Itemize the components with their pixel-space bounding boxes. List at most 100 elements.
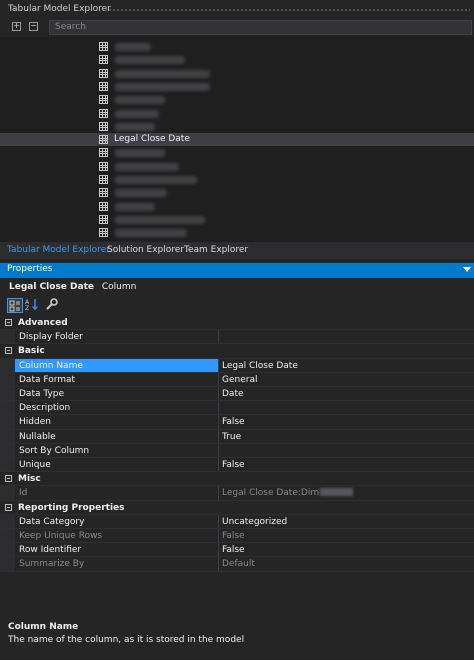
column-divider <box>218 543 219 557</box>
category-label: Misc <box>18 474 41 485</box>
explorer-toolbar: + − Search <box>0 19 474 37</box>
table-icon <box>99 228 108 238</box>
property-row[interactable]: Id Legal Close Date:Dim <box>0 486 474 501</box>
row-gutter <box>0 330 15 344</box>
row-gutter <box>0 557 15 571</box>
property-value[interactable]: Date <box>222 389 244 399</box>
property-value: Default <box>222 559 255 569</box>
row-gutter <box>0 543 15 557</box>
property-row[interactable]: Data Format General <box>0 372 474 387</box>
collapse-icon[interactable] <box>5 475 12 483</box>
row-gutter <box>0 486 15 500</box>
table-icon <box>99 81 108 91</box>
row-gutter <box>0 529 15 543</box>
object-name: Legal Close Date <box>9 282 94 292</box>
property-value: Legal Close Date:Dim <box>222 488 354 498</box>
property-row[interactable]: Keep Unique Rows False <box>0 529 474 544</box>
property-row[interactable]: Data Category Uncategorized <box>0 514 474 529</box>
collapse-all-icon[interactable]: − <box>29 22 38 31</box>
property-value-text: True <box>222 431 242 442</box>
column-divider <box>218 372 219 386</box>
collapse-icon[interactable] <box>5 347 12 355</box>
redacted-label <box>115 122 155 131</box>
column-divider <box>218 557 219 571</box>
property-name: Unique <box>19 460 51 470</box>
property-name: Data Type <box>19 389 65 399</box>
redacted-label <box>115 162 179 171</box>
property-value[interactable]: General <box>222 375 257 385</box>
redacted-label <box>115 215 205 224</box>
description-title: Column Name <box>8 622 79 632</box>
tab-solution-explorer[interactable]: Solution Explorer <box>107 244 184 258</box>
explorer-title: Tabular Model Explorer <box>8 4 111 14</box>
column-divider <box>218 358 219 372</box>
tree-item[interactable] <box>0 107 474 120</box>
property-row[interactable]: Hidden False <box>0 415 474 430</box>
property-row[interactable]: Data Type Date <box>0 387 474 402</box>
redacted-label <box>115 149 165 158</box>
property-row[interactable]: Display Folder <box>0 330 474 345</box>
properties-title: Properties <box>7 264 53 274</box>
table-icon <box>99 55 108 65</box>
property-row[interactable]: Sort By Column <box>0 443 474 458</box>
property-name: Sort By Column <box>19 445 90 456</box>
category-reporting-properties[interactable]: Reporting Properties <box>0 501 474 515</box>
table-icon <box>99 214 108 224</box>
property-name: Row Identifier <box>19 545 82 556</box>
chevron-down-icon[interactable] <box>463 267 471 272</box>
categorized-icon[interactable] <box>7 298 23 313</box>
tree-item[interactable] <box>0 146 474 159</box>
row-gutter <box>0 401 15 415</box>
search-input[interactable]: Search <box>49 20 472 35</box>
tree-item[interactable] <box>0 53 474 66</box>
property-value[interactable]: True <box>222 432 241 442</box>
property-value-text: Date <box>222 389 244 399</box>
redacted-label <box>115 189 167 198</box>
property-value[interactable]: False <box>222 417 245 427</box>
tree-item-selected[interactable]: Legal Close Date <box>0 133 474 147</box>
tree-item[interactable] <box>0 226 474 239</box>
tab-team-explorer[interactable]: Team Explorer <box>184 244 248 258</box>
tree-item[interactable] <box>0 120 474 133</box>
tree-item[interactable] <box>0 213 474 226</box>
tree-item[interactable] <box>0 80 474 93</box>
category-advanced[interactable]: Advanced <box>0 316 474 331</box>
column-divider <box>218 458 219 472</box>
tree-item[interactable] <box>0 160 474 173</box>
table-icon <box>99 95 108 105</box>
column-divider <box>218 387 219 401</box>
category-basic[interactable]: Basic <box>0 344 474 359</box>
alphabetical-icon[interactable]: AZ <box>25 298 41 313</box>
collapse-icon[interactable] <box>5 319 12 326</box>
property-row[interactable]: Summarize By Default <box>0 557 474 572</box>
property-row[interactable]: Column Name Legal Close Date <box>0 358 474 373</box>
tab-tabular-model-explorer[interactable]: Tabular Model Explorer <box>7 244 110 258</box>
redacted-label <box>115 229 187 238</box>
property-row[interactable]: Description <box>0 401 474 416</box>
property-value[interactable]: False <box>222 460 245 470</box>
property-value-text: Legal Close Date <box>222 360 298 371</box>
drag-grip[interactable] <box>104 8 470 12</box>
property-row[interactable]: Unique False <box>0 458 474 473</box>
category-misc[interactable]: Misc <box>0 472 474 487</box>
table-icon <box>99 135 108 145</box>
tree-item[interactable] <box>0 40 474 53</box>
tree-item[interactable] <box>0 67 474 80</box>
tree-item[interactable] <box>0 93 474 106</box>
expand-all-icon[interactable]: + <box>12 22 21 31</box>
tree-item[interactable] <box>0 200 474 213</box>
property-value[interactable]: Uncategorized <box>222 517 287 527</box>
redacted-label <box>115 69 210 78</box>
object-selector[interactable]: Legal Close Date Column <box>0 280 474 296</box>
tree-item[interactable] <box>0 173 474 186</box>
redacted-value <box>320 488 354 497</box>
property-row[interactable]: Nullable True <box>0 429 474 444</box>
property-value-text: False <box>222 531 245 541</box>
property-row[interactable]: Row Identifier False <box>0 543 474 558</box>
property-value[interactable]: False <box>222 545 245 555</box>
tree-item[interactable] <box>0 186 474 199</box>
property-pages-wrench-icon[interactable] <box>45 298 61 313</box>
property-value[interactable]: Legal Close Date <box>222 361 298 371</box>
collapse-icon[interactable] <box>5 503 12 511</box>
property-value-text: False <box>222 460 245 470</box>
